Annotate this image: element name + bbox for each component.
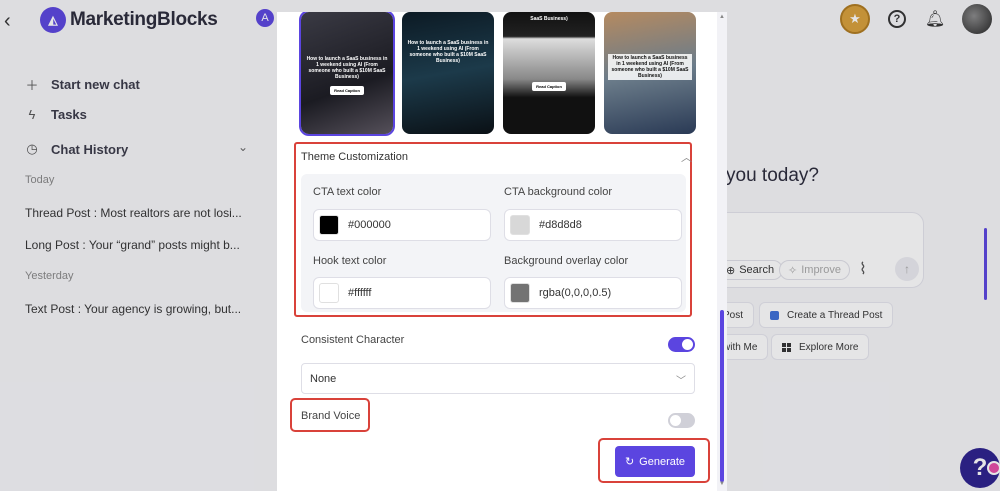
- thumbnail-cta: Read Caption: [532, 82, 566, 91]
- color-swatch[interactable]: [319, 215, 339, 235]
- thumbnail-cta: Read Caption: [330, 86, 364, 95]
- brand-voice-label: Brand Voice: [301, 410, 361, 422]
- consistent-character-label: Consistent Character: [301, 334, 405, 346]
- character-select[interactable]: None ﹀: [301, 363, 695, 394]
- cta-text-color-value: #000000: [348, 219, 391, 231]
- thumbnail-hook-text: How to launch a SaaS business in 1 weeke…: [306, 56, 388, 80]
- template-thumbnail[interactable]: SaaS Business) Read Caption: [503, 12, 595, 134]
- hook-text-color-value: #ffffff: [348, 287, 372, 299]
- thumbnail-hook-text: How to launch a SaaS business in 1 weeke…: [608, 54, 692, 80]
- consistent-character-toggle[interactable]: [668, 337, 695, 352]
- template-thumbnail[interactable]: How to launch a SaaS business in 1 weeke…: [402, 12, 494, 134]
- generate-label: Generate: [639, 455, 686, 468]
- cta-background-color-field[interactable]: #d8d8d8: [504, 209, 682, 241]
- template-thumbnail[interactable]: How to launch a SaaS business in 1 weeke…: [299, 12, 395, 136]
- refresh-icon: ↻: [624, 456, 635, 468]
- color-swatch[interactable]: [319, 283, 339, 303]
- template-thumbnail[interactable]: How to launch a SaaS business in 1 weeke…: [604, 12, 696, 134]
- generate-button[interactable]: ↻ Generate: [615, 446, 695, 477]
- thumbnail-hook-text: SaaS Business): [530, 16, 568, 22]
- background-overlay-color-field[interactable]: rgba(0,0,0,0.5): [504, 277, 682, 309]
- character-select-value: None: [310, 372, 337, 385]
- cta-text-color-field[interactable]: #000000: [313, 209, 491, 241]
- color-swatch[interactable]: [510, 215, 530, 235]
- hook-text-color-field[interactable]: #ffffff: [313, 277, 491, 309]
- chevron-down-icon: ﹀: [676, 376, 686, 387]
- toggle-knob: [682, 339, 693, 350]
- cta-background-color-value: #d8d8d8: [539, 219, 582, 231]
- scroll-down-arrow-icon[interactable]: ▼: [719, 481, 725, 487]
- hook-text-color-label: Hook text color: [313, 255, 387, 267]
- scroll-up-arrow-icon[interactable]: ▲: [719, 14, 725, 20]
- cta-text-color-label: CTA text color: [313, 186, 382, 198]
- template-thumbnails: How to launch a SaaS business in 1 weeke…: [299, 12, 696, 136]
- settings-modal: How to launch a SaaS business in 1 weeke…: [277, 12, 727, 491]
- color-swatch[interactable]: [510, 283, 530, 303]
- chevron-up-icon[interactable]: ︿: [681, 149, 692, 165]
- background-overlay-color-label: Background overlay color: [504, 255, 629, 267]
- theme-customization-title[interactable]: Theme Customization: [301, 151, 408, 163]
- theme-customization-panel: CTA text color CTA background color #000…: [301, 174, 686, 312]
- thumbnail-hook-text: How to launch a SaaS business in 1 weeke…: [407, 40, 489, 64]
- cta-background-color-label: CTA background color: [504, 186, 613, 198]
- toggle-knob: [670, 415, 681, 426]
- brand-voice-toggle[interactable]: [668, 413, 695, 428]
- scrollbar-thumb[interactable]: [720, 310, 724, 482]
- background-overlay-color-value: rgba(0,0,0,0.5): [539, 287, 612, 299]
